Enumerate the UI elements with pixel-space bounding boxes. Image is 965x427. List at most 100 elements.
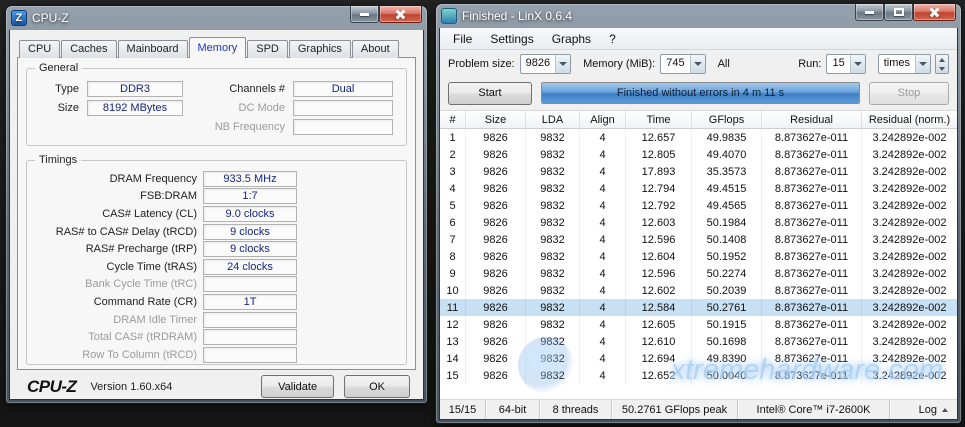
cell-lda: 9832 xyxy=(526,197,580,214)
cell-gflops: 49.4565 xyxy=(692,197,762,214)
cpuz-titlebar[interactable]: Z CPU-Z xyxy=(9,6,424,30)
menu-item[interactable]: Settings xyxy=(481,30,542,48)
tab[interactable]: About xyxy=(352,40,399,58)
table-row[interactable]: 6 9826 9832 4 12.603 50.1984 8.873627e-0… xyxy=(440,214,957,231)
cell-align: 4 xyxy=(580,129,626,146)
spin-down-icon[interactable] xyxy=(939,67,945,71)
stop-button[interactable]: Stop xyxy=(869,82,949,105)
table-row[interactable]: 8 9826 9832 4 12.604 50.1952 8.873627e-0… xyxy=(440,248,957,265)
maximize-button[interactable] xyxy=(884,4,913,21)
table-row[interactable]: 11 9826 9832 4 12.584 50.2761 8.873627e-… xyxy=(440,299,957,316)
cpuz-footer: CPU-Z Version 1.60.x64 Validate OK xyxy=(17,375,416,398)
table-row[interactable]: 1 9826 9832 4 12.657 49.9835 8.873627e-0… xyxy=(440,129,957,146)
minimize-button[interactable] xyxy=(855,4,884,21)
cell-align: 4 xyxy=(580,248,626,265)
validate-button[interactable]: Validate xyxy=(261,375,334,398)
tab[interactable]: Caches xyxy=(61,40,116,58)
cpuz-logo: CPU-Z xyxy=(27,377,76,397)
table-row[interactable]: 13 9826 9832 4 12.610 50.1698 8.873627e-… xyxy=(440,333,957,350)
chevron-down-icon[interactable] xyxy=(555,55,570,73)
tab-label: Caches xyxy=(70,43,107,55)
cell-time: 12.694 xyxy=(626,350,692,367)
cell-time: 12.657 xyxy=(626,129,692,146)
tab-label: Mainboard xyxy=(127,43,179,55)
size-label: Size xyxy=(31,102,87,114)
tab[interactable]: SPD xyxy=(247,40,288,58)
cell-residual-norm: 3.242892e-002 xyxy=(862,316,957,333)
cell-align: 4 xyxy=(580,265,626,282)
cell-lda: 9832 xyxy=(526,129,580,146)
minimize-button[interactable] xyxy=(350,6,379,23)
timing-row: Row To Column (tRCD) xyxy=(31,346,402,364)
timing-label: Row To Column (tRCD) xyxy=(31,349,203,361)
log-button[interactable]: Log xyxy=(890,400,957,419)
table-row[interactable]: 9 9826 9832 4 12.596 50.2274 8.873627e-0… xyxy=(440,265,957,282)
table-row[interactable]: 7 9826 9832 4 12.596 50.1408 8.873627e-0… xyxy=(440,231,957,248)
tab[interactable]: CPU xyxy=(19,40,60,58)
general-groupbox: General Type DDR3 Channels # Dual Size 8… xyxy=(26,68,407,146)
times-combobox[interactable]: times xyxy=(878,54,931,74)
cell-size: 9826 xyxy=(466,146,526,163)
menu-item[interactable]: Graphs xyxy=(543,30,600,48)
cell-residual: 8.873627e-011 xyxy=(762,282,862,299)
chevron-down-icon[interactable] xyxy=(915,55,930,73)
size-value: 8192 MBytes xyxy=(87,100,183,116)
close-button[interactable] xyxy=(379,6,422,23)
start-button[interactable]: Start xyxy=(448,82,532,105)
menu-item[interactable]: ? xyxy=(600,30,625,48)
cell-residual-norm: 3.242892e-002 xyxy=(862,350,957,367)
column-header-residual[interactable]: Residual xyxy=(762,111,862,128)
column-header-residual-norm[interactable]: Residual (norm.) xyxy=(862,111,957,128)
timing-row: RAS# Precharge (tRP) 9 clocks xyxy=(31,240,402,258)
type-value: DDR3 xyxy=(87,81,183,97)
cell-residual: 8.873627e-011 xyxy=(762,265,862,282)
timing-row: DRAM Idle Timer xyxy=(31,311,402,329)
table-row[interactable]: 15 9826 9832 4 12.652 50.0040 8.873627e-… xyxy=(440,367,957,384)
table-row[interactable]: 2 9826 9832 4 12.805 49.4070 8.873627e-0… xyxy=(440,146,957,163)
run-combobox[interactable]: 15 xyxy=(826,54,865,74)
column-header-lda[interactable]: LDA xyxy=(526,111,580,128)
cell-size: 9826 xyxy=(466,129,526,146)
cell-residual-norm: 3.242892e-002 xyxy=(862,163,957,180)
tab[interactable]: Mainboard xyxy=(118,40,188,58)
tab[interactable]: Graphics xyxy=(289,40,351,58)
column-header-gflops[interactable]: GFlops xyxy=(692,111,762,128)
type-label: Type xyxy=(31,83,87,95)
column-header-time[interactable]: Time xyxy=(626,111,692,128)
column-header-align[interactable]: Align xyxy=(580,111,626,128)
cpuz-version-text: Version 1.60.x64 xyxy=(90,381,172,393)
cell-residual: 8.873627e-011 xyxy=(762,333,862,350)
close-button[interactable] xyxy=(913,4,956,21)
table-row[interactable]: 5 9826 9832 4 12.792 49.4565 8.873627e-0… xyxy=(440,197,957,214)
table-row[interactable]: 12 9826 9832 4 12.605 50.1915 8.873627e-… xyxy=(440,316,957,333)
results-table: # Size LDA Align Time GFlops Residual Re… xyxy=(440,110,957,399)
memory-combobox[interactable]: 745 xyxy=(660,54,705,74)
cell-size: 9826 xyxy=(466,350,526,367)
cell-align: 4 xyxy=(580,367,626,384)
table-row[interactable]: 4 9826 9832 4 12.794 49.4515 8.873627e-0… xyxy=(440,180,957,197)
memory-label: Memory (MiB): xyxy=(583,58,655,70)
table-row[interactable]: 14 9826 9832 4 12.694 49.8390 8.873627e-… xyxy=(440,350,957,367)
cell-lda: 9832 xyxy=(526,282,580,299)
linx-actions-bar: Start Finished without errors in 4 m 11 … xyxy=(440,78,957,110)
menu-item[interactable]: File xyxy=(444,30,481,48)
table-row[interactable]: 3 9826 9832 4 17.893 35.3573 8.873627e-0… xyxy=(440,163,957,180)
cell-time: 12.584 xyxy=(626,299,692,316)
tab[interactable]: Memory xyxy=(189,37,247,58)
column-header-size[interactable]: Size xyxy=(466,111,526,128)
cpuz-window-title: CPU-Z xyxy=(32,11,350,25)
table-row[interactable]: 10 9826 9832 4 12.602 50.2039 8.873627e-… xyxy=(440,282,957,299)
cell-time: 12.596 xyxy=(626,265,692,282)
chevron-down-icon[interactable] xyxy=(850,55,865,73)
linx-titlebar[interactable]: Finished - LinX 0.6.4 xyxy=(439,4,958,28)
cell-size: 9826 xyxy=(466,214,526,231)
cell-residual-norm: 3.242892e-002 xyxy=(862,299,957,316)
chevron-down-icon[interactable] xyxy=(690,55,705,73)
ok-button[interactable]: OK xyxy=(344,375,410,398)
column-header-index[interactable]: # xyxy=(440,111,466,128)
times-spinner[interactable] xyxy=(935,54,949,74)
cell-gflops: 50.2761 xyxy=(692,299,762,316)
problem-size-combobox[interactable]: 9826 xyxy=(520,54,571,74)
spin-up-icon[interactable] xyxy=(939,58,945,62)
cell-size: 9826 xyxy=(466,197,526,214)
